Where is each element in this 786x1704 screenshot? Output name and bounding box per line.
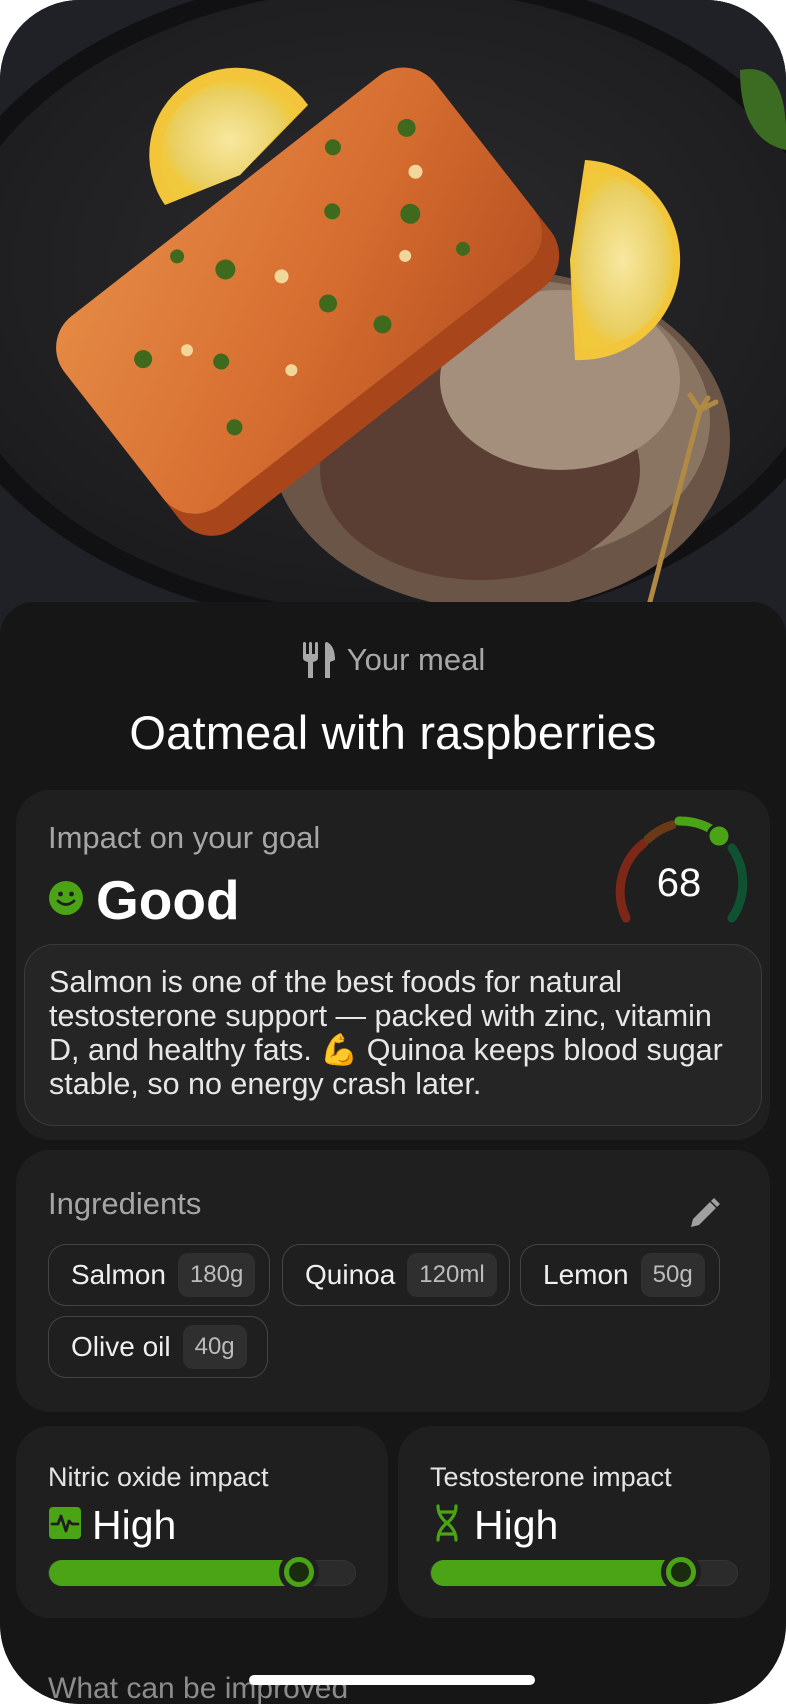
ingredient-name: Olive oil (71, 1331, 171, 1362)
impact-verdict: Good (48, 868, 240, 932)
goal-impact-card[interactable]: Impact on your goal Good 68 Salmon is on… (16, 790, 770, 1140)
nitric-oxide-card[interactable]: Nitric oxide impact High (16, 1426, 388, 1618)
dna-icon (430, 1504, 464, 1547)
ingredients-label: Ingredients (48, 1186, 202, 1221)
meal-photo (0, 0, 786, 640)
metric-level-fill (431, 1559, 683, 1586)
ingredient-qty: 40g (182, 1325, 247, 1369)
metric-level-bar (48, 1552, 356, 1592)
impact-description: Salmon is one of the best foods for natu… (49, 965, 723, 1101)
ingredient-name: Quinoa (305, 1259, 396, 1290)
ingredient-qty: 180g (177, 1253, 256, 1297)
ingredient-chip[interactable]: Salmon 180g (48, 1244, 270, 1306)
metric-value: High (48, 1502, 176, 1549)
home-indicator[interactable] (249, 1675, 535, 1685)
metric-level-knob (279, 1552, 319, 1592)
score-value: 68 (656, 860, 702, 905)
meal-photo-illustration (0, 0, 786, 640)
ingredient-qty: 120ml (407, 1253, 497, 1297)
ingredient-qty: 50g (640, 1253, 705, 1297)
testosterone-card[interactable]: Testosterone impact High (398, 1426, 770, 1618)
ingredient-name: Lemon (543, 1259, 629, 1290)
ingredient-chip[interactable]: Olive oil 40g (48, 1316, 268, 1378)
metric-level-bar (430, 1552, 738, 1592)
impact-verdict-text: Good (96, 869, 240, 931)
metric-level-fill (49, 1559, 301, 1586)
metric-label: Testosterone impact (430, 1462, 672, 1492)
impact-label: Impact on your goal (48, 820, 321, 855)
metric-label: Nitric oxide impact (48, 1462, 269, 1492)
ingredients-card: Ingredients Salmon 180g Quinoa 120ml Lem… (16, 1150, 770, 1412)
meal-title: Oatmeal with raspberries (129, 706, 657, 759)
score-gauge: 68 (604, 808, 754, 958)
pulse-icon (48, 1506, 82, 1545)
edit-ingredients-button[interactable] (682, 1194, 726, 1238)
fork-knife-icon (301, 640, 337, 680)
phone-screen: Your meal Oatmeal with raspberries Impac… (0, 0, 786, 1704)
meal-kicker-label: Your meal (346, 642, 486, 677)
metric-value-text: High (474, 1502, 559, 1548)
metric-level-knob (661, 1552, 701, 1592)
metric-value: High (430, 1502, 558, 1549)
metric-value-text: High (92, 1502, 177, 1548)
ingredient-chip[interactable]: Quinoa 120ml (282, 1244, 510, 1306)
impact-description-box: Salmon is one of the best foods for natu… (24, 944, 762, 1126)
meal-kicker: Your meal (301, 638, 485, 682)
pencil-icon (687, 1197, 721, 1236)
sheet-header: Your meal Oatmeal with raspberries (0, 638, 786, 760)
ingredient-name: Salmon (71, 1259, 166, 1290)
ingredient-chip[interactable]: Lemon 50g (520, 1244, 720, 1306)
smiley-icon (48, 880, 84, 921)
